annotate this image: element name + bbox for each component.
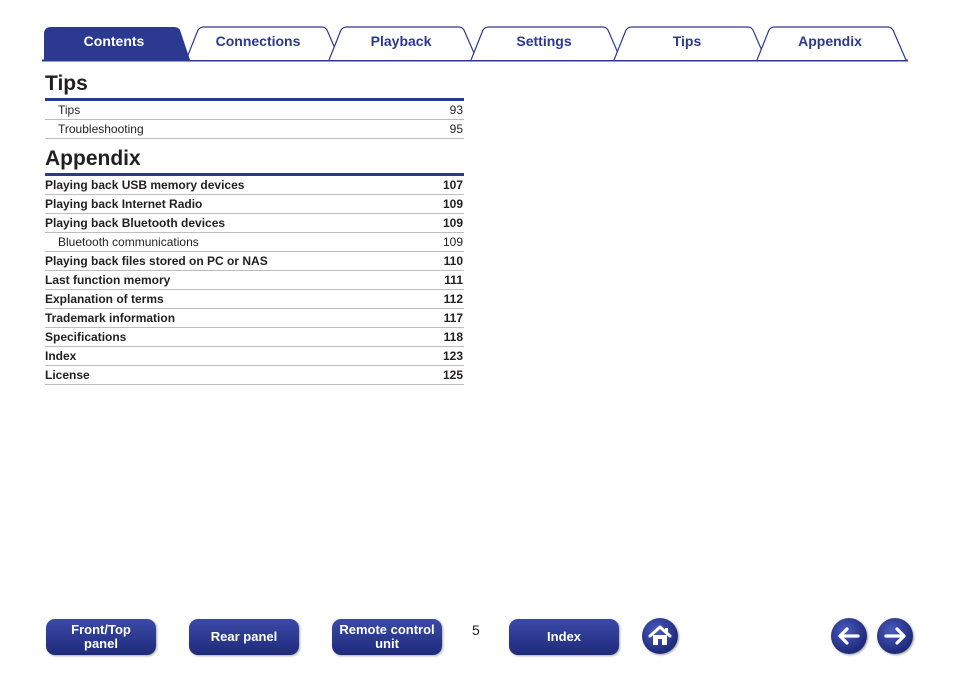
tab-tips[interactable]: Tips [627, 33, 747, 49]
toc-label: Trademark information [45, 311, 176, 325]
tab-bar: Contents Connections Playback Settings T… [0, 0, 954, 64]
home-icon [648, 625, 672, 645]
toc-row[interactable]: Last function memory 111 [45, 271, 464, 290]
back-arrow-icon [838, 627, 860, 645]
toc-row[interactable]: Bluetooth communications 109 [45, 233, 464, 252]
toc-label: Troubleshooting [58, 122, 144, 136]
toc-page: 123 [442, 349, 463, 363]
toc-row[interactable]: Playing back Internet Radio 109 [45, 195, 464, 214]
toc-label: Last function memory [45, 273, 171, 287]
page-number: 5 [472, 622, 480, 638]
toc-row[interactable]: Playing back files stored on PC or NAS 1… [45, 252, 464, 271]
tab-appendix[interactable]: Appendix [770, 33, 890, 49]
toc-page: 111 [444, 273, 463, 287]
toc-page: 112 [443, 292, 463, 306]
toc-row[interactable]: Index 123 [45, 347, 464, 366]
toc-page: 118 [443, 330, 463, 344]
tab-playback[interactable]: Playback [341, 33, 461, 49]
toc-row[interactable]: Playing back USB memory devices 107 [45, 176, 464, 195]
toc-page: 109 [442, 235, 463, 249]
toc-page: 117 [443, 311, 463, 325]
back-button[interactable] [831, 618, 867, 654]
toc-label: Playing back files stored on PC or NAS [45, 254, 268, 268]
toc-label: License [45, 368, 90, 382]
toc-page: 110 [443, 254, 463, 268]
toc-row[interactable]: Playing back Bluetooth devices 109 [45, 214, 464, 233]
rear-panel-button[interactable]: Rear panel [189, 619, 299, 655]
appendix-section: Appendix Playing back USB memory devices… [45, 145, 464, 385]
tips-section: Tips Tips 93 Troubleshooting 95 [45, 70, 464, 139]
toc-row[interactable]: Tips 93 [45, 101, 464, 120]
index-button[interactable]: Index [509, 619, 619, 655]
tab-connections[interactable]: Connections [198, 33, 318, 49]
toc-page: 107 [442, 178, 463, 192]
tab-settings[interactable]: Settings [484, 33, 604, 49]
toc-page: 125 [442, 368, 463, 382]
tips-heading: Tips [45, 70, 464, 101]
toc-page: 109 [442, 216, 463, 230]
toc-label: Playing back Bluetooth devices [45, 216, 226, 230]
forward-arrow-icon [884, 627, 906, 645]
forward-button[interactable] [877, 618, 913, 654]
toc-label: Bluetooth communications [58, 235, 199, 249]
toc-label: Index [45, 349, 77, 363]
toc-row[interactable]: Explanation of terms 112 [45, 290, 464, 309]
toc-page: 93 [449, 103, 463, 117]
toc-label: Tips [58, 103, 81, 117]
toc-row[interactable]: Specifications 118 [45, 328, 464, 347]
appendix-heading: Appendix [45, 145, 464, 176]
toc-row[interactable]: Troubleshooting 95 [45, 120, 464, 139]
front-top-panel-button[interactable]: Front/Top panel [46, 619, 156, 655]
toc-row[interactable]: License 125 [45, 366, 464, 385]
toc-label: Playing back Internet Radio [45, 197, 203, 211]
toc-row[interactable]: Trademark information 117 [45, 309, 464, 328]
toc-label: Specifications [45, 330, 127, 344]
toc-page: 109 [442, 197, 463, 211]
tab-contents[interactable]: Contents [50, 33, 178, 49]
toc-label: Playing back USB memory devices [45, 178, 245, 192]
remote-control-unit-button[interactable]: Remote control unit [332, 619, 442, 655]
tab-bar-shapes [42, 26, 908, 62]
toc-page: 95 [449, 122, 463, 136]
toc-label: Explanation of terms [45, 292, 164, 306]
home-button[interactable] [642, 618, 678, 654]
